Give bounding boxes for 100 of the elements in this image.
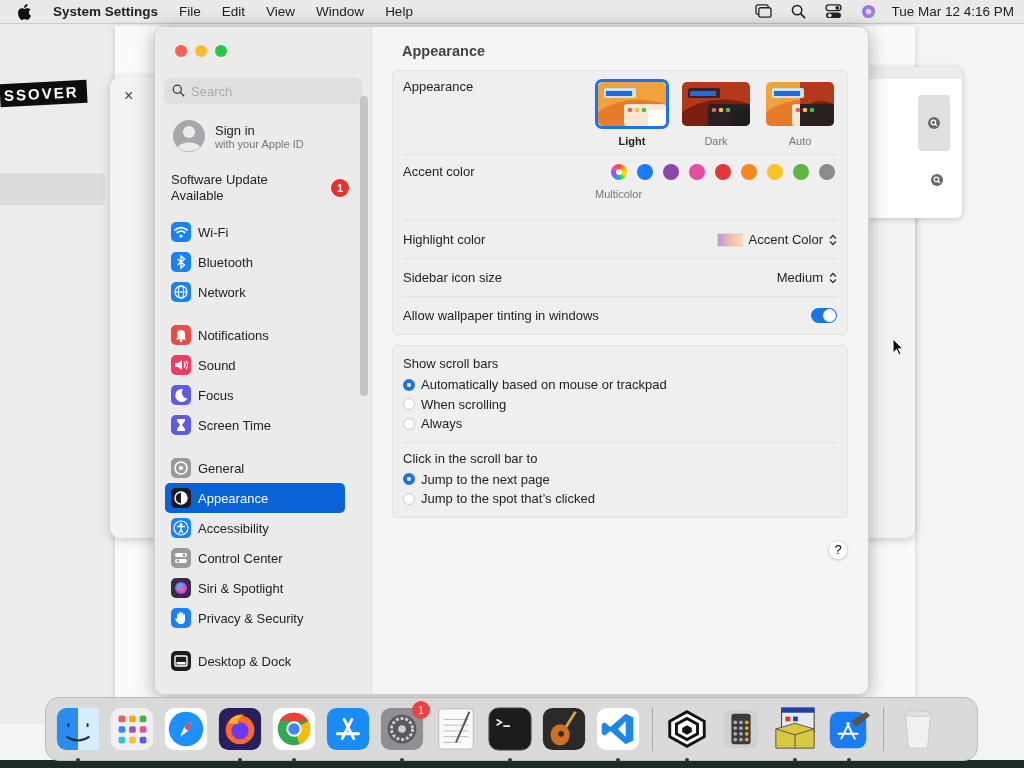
apple-id-item[interactable]: Sign in with your Apple ID	[165, 104, 361, 154]
help-button[interactable]: ?	[828, 539, 848, 560]
window-preview-icon	[679, 79, 753, 129]
window-preview-icon	[595, 79, 669, 129]
magnifier-icon[interactable]	[928, 117, 940, 129]
sidebar-item[interactable]: Screen Time	[165, 410, 345, 440]
terminal-icon[interactable]	[487, 706, 533, 752]
software-update-item[interactable]: Software Update Available	[171, 172, 301, 204]
avatar-icon	[173, 120, 205, 152]
notification-badge: 1	[412, 701, 430, 719]
compass-icon[interactable]	[163, 706, 209, 752]
color-swatch-option[interactable]	[689, 164, 705, 180]
sidebar-item[interactable]: Focus	[165, 380, 345, 410]
sidebar-item[interactable]: Control Center	[165, 543, 345, 573]
setting-label: Allow wallpaper tinting in windows	[403, 308, 599, 323]
sidebar-item[interactable]: Bluetooth	[165, 247, 345, 277]
close-button[interactable]	[175, 45, 187, 57]
guitar-icon[interactable]	[541, 706, 587, 752]
radio-button[interactable]	[403, 398, 415, 411]
menu-item[interactable]: File	[179, 4, 201, 19]
toggle-switch[interactable]	[811, 308, 837, 323]
running-indicator	[292, 758, 296, 762]
running-indicator	[847, 758, 851, 762]
color-swatch-option[interactable]	[741, 164, 757, 180]
notification-badge: 1	[331, 179, 349, 197]
menu-item[interactable]: Help	[385, 4, 413, 19]
sidebar-item[interactable]: General	[165, 453, 345, 483]
gear-icon[interactable]	[379, 706, 425, 752]
appearance-option[interactable]: Light	[595, 79, 669, 154]
radio-button[interactable]	[403, 492, 415, 505]
setting-label: Highlight color	[403, 232, 486, 247]
menu-item[interactable]: View	[266, 4, 296, 19]
color-swatch-option[interactable]	[611, 164, 627, 180]
icon-size-popup[interactable]: Medium	[776, 270, 837, 285]
sidebar-item[interactable]: Notifications	[165, 320, 345, 350]
sidebar-item[interactable]: Siri & Spotlight	[165, 573, 345, 603]
color-swatch-option[interactable]	[819, 164, 835, 180]
running-indicator	[76, 758, 80, 762]
radio-option[interactable]: Jump to the next page	[403, 469, 837, 489]
running-indicator	[616, 758, 620, 762]
running-indicator	[238, 758, 242, 762]
appearance-option[interactable]: Dark	[679, 79, 753, 154]
close-button[interactable]: ×	[124, 87, 134, 105]
color-swatch-option[interactable]	[663, 164, 679, 180]
running-indicator	[685, 758, 689, 762]
swatch-caption: Multicolor	[595, 188, 643, 200]
mouse-pointer-icon	[892, 338, 904, 356]
box-window-icon[interactable]	[772, 706, 818, 752]
windows-icon[interactable]	[755, 4, 773, 19]
toggles-icon[interactable]	[825, 4, 843, 19]
setting-label: Accent color	[403, 164, 475, 181]
sidebar-item[interactable]: Appearance	[165, 483, 345, 513]
running-indicator	[400, 758, 404, 762]
radio-button[interactable]	[403, 473, 415, 486]
color-swatch-option[interactable]	[767, 164, 783, 180]
color-swatch-option[interactable]	[715, 164, 731, 180]
color-swatch	[716, 232, 743, 247]
running-indicator	[793, 758, 797, 762]
highlight-color-popup[interactable]: Accent Color	[716, 232, 837, 247]
fox-globe-icon[interactable]	[217, 706, 263, 752]
appearance-option[interactable]: Auto	[763, 79, 837, 154]
sidebar-item[interactable]: Accessibility	[165, 513, 345, 543]
search-icon	[172, 84, 185, 97]
scroll-thumb[interactable]	[360, 96, 368, 396]
radio-option[interactable]: Always	[403, 414, 837, 434]
app-menu[interactable]: System Settings	[53, 4, 159, 19]
radio-button[interactable]	[403, 378, 415, 391]
up-down-chevron-icon	[829, 271, 837, 284]
radio-option[interactable]: Jump to the spot that’s clicked	[403, 489, 837, 509]
setting-label: Appearance	[403, 79, 474, 96]
account-subtitle: with your Apple ID	[215, 137, 304, 150]
grid-icon[interactable]	[109, 706, 155, 752]
sidebar-item[interactable]: Wi-Fi	[165, 217, 345, 247]
smiley-face-icon[interactable]	[55, 706, 101, 752]
running-indicator	[508, 758, 512, 762]
group-title: Click in the scroll bar to	[403, 450, 539, 466]
apple-logo-icon[interactable]	[18, 3, 32, 20]
color-swatch-option[interactable]	[637, 164, 653, 180]
ring-icon[interactable]	[271, 706, 317, 752]
orb-icon[interactable]	[860, 4, 878, 19]
code-editor-icon[interactable]	[595, 706, 641, 752]
sidebar-item[interactable]: Privacy & Security	[165, 603, 345, 633]
menu-clock[interactable]: Tue Mar 12 4:16 PM	[891, 4, 1014, 19]
menu-item[interactable]: Edit	[221, 4, 246, 19]
magnifier-icon[interactable]	[931, 174, 943, 186]
menu-item[interactable]: Window	[316, 4, 365, 19]
radio-button[interactable]	[403, 417, 415, 430]
window-title: Appearance	[402, 43, 486, 61]
radio-option[interactable]: Automatically based on mouse or trackpad	[403, 375, 837, 395]
letter-a-icon[interactable]	[325, 706, 371, 752]
radio-option[interactable]: When scrolling	[403, 394, 837, 414]
sidebar-item[interactable]: Desktop & Dock	[165, 646, 345, 676]
account-title: Sign in	[215, 122, 256, 138]
search-icon[interactable]	[790, 4, 808, 19]
sidebar-item[interactable]: Network	[165, 277, 345, 307]
group-title: Show scroll bars	[403, 356, 500, 371]
sidebar-item[interactable]: Sound	[165, 350, 345, 380]
window-preview-icon	[763, 79, 837, 129]
up-down-chevron-icon	[829, 233, 837, 246]
color-swatch-option[interactable]	[793, 164, 809, 180]
